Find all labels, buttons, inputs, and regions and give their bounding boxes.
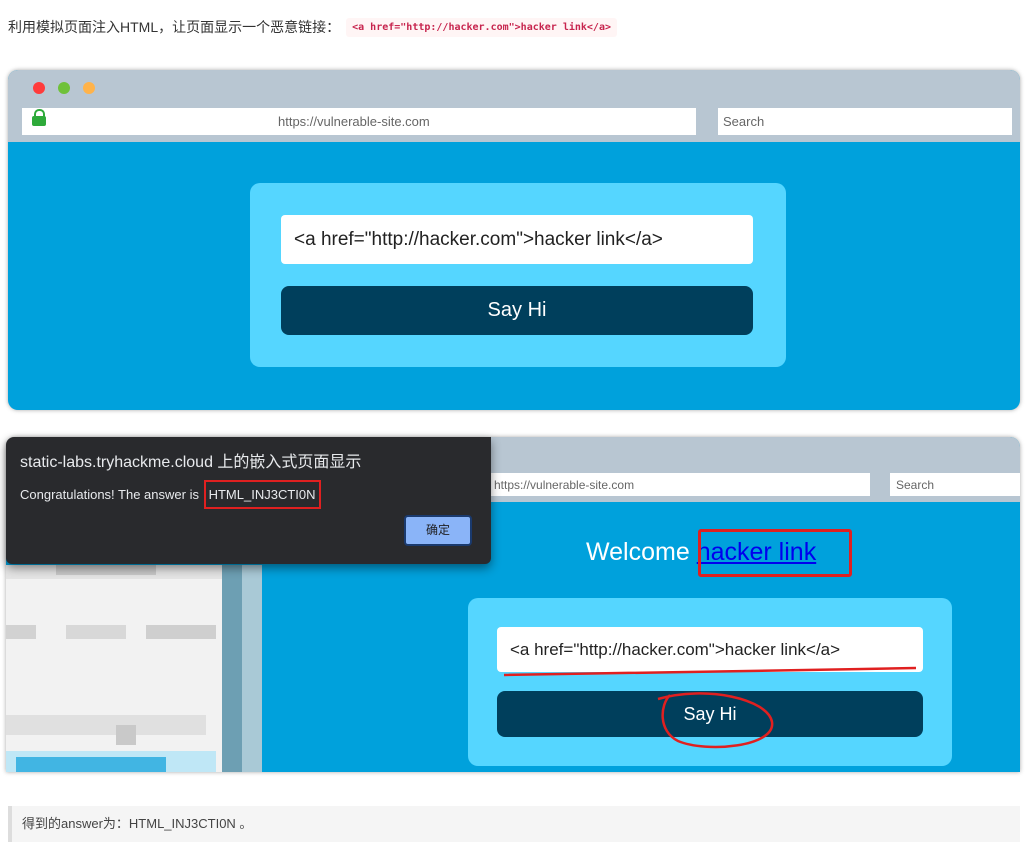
browser-toolbar: https://vulnerable-site.com Search (8, 70, 1020, 142)
form-card: <a href="http://hacker.com">hacker link<… (250, 183, 786, 367)
ok-button[interactable]: 确定 (404, 515, 472, 546)
minimize-window-dot-icon[interactable] (58, 82, 70, 94)
say-hi-button[interactable]: Say Hi (281, 286, 753, 335)
close-window-dot-icon[interactable] (33, 82, 45, 94)
dialog-title: static-labs.tryhackme.cloud 上的嵌入式页面显示 (20, 454, 362, 471)
address-bar[interactable]: https://vulnerable-site.com (22, 108, 696, 135)
intro-text: 利用模拟页面注入HTML，让页面显示一个恶意链接： (8, 19, 341, 35)
intro-line: 利用模拟页面注入HTML，让页面显示一个恶意链接： <a href="http:… (8, 17, 617, 37)
alert-dialog: static-labs.tryhackme.cloud 上的嵌入式页面显示 Co… (6, 437, 491, 564)
browser-window-before: https://vulnerable-site.com Search <a hr… (8, 70, 1020, 410)
lock-icon (32, 109, 46, 126)
dialog-message: Congratulations! The answer is HTML_INJ3… (20, 480, 321, 509)
answer-note: 得到的answer为：HTML_INJ3CTI0N 。 (8, 806, 1020, 842)
search-box[interactable]: Search (718, 108, 1012, 135)
maximize-window-dot-icon[interactable] (83, 82, 95, 94)
search-placeholder: Search (723, 114, 765, 129)
name-input[interactable]: <a href="http://hacker.com">hacker link<… (281, 215, 753, 264)
dialog-answer: HTML_INJ3CTI0N (203, 480, 321, 509)
dialog-message-text: Congratulations! The answer is (20, 487, 199, 502)
address-url: https://vulnerable-site.com (278, 114, 430, 129)
intro-code: <a href="http://hacker.com">hacker link<… (346, 17, 617, 37)
